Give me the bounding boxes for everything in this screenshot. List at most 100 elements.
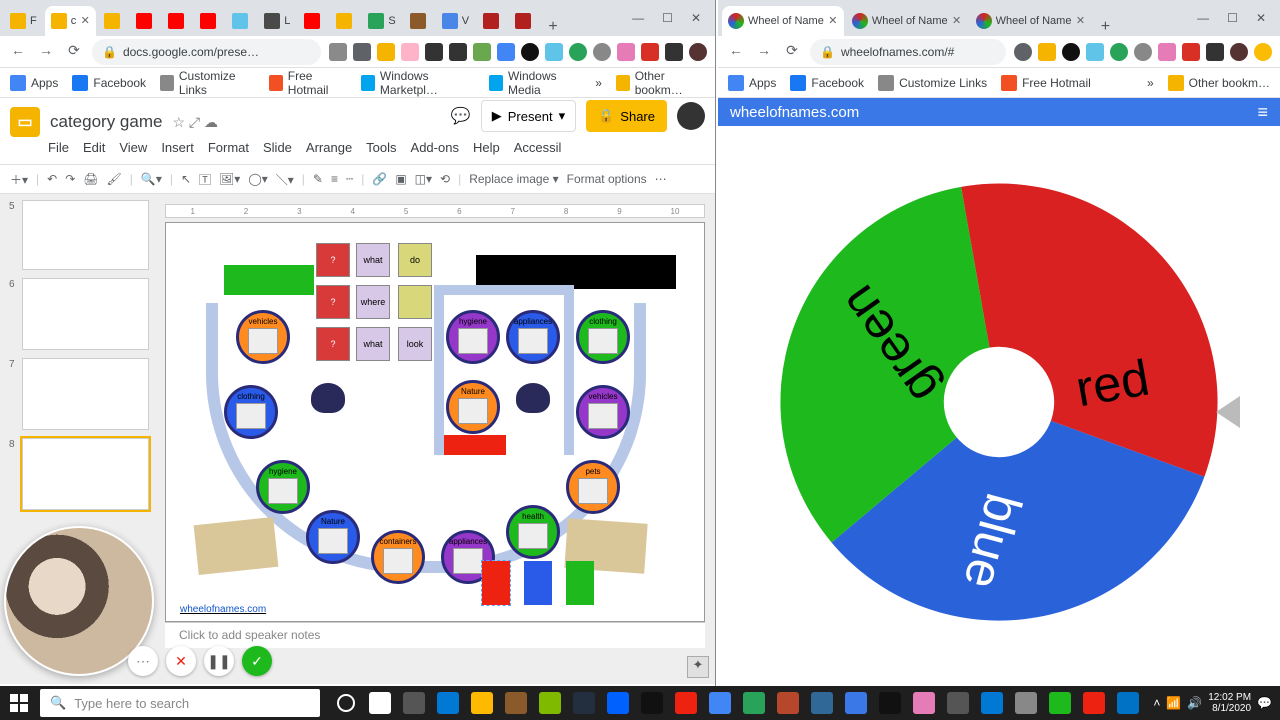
browser-tab[interactable]	[194, 6, 224, 36]
ext-icon[interactable]	[1158, 43, 1176, 61]
board-spot[interactable]: Nature	[306, 510, 360, 564]
close-tab-icon[interactable]: ✕	[1075, 16, 1085, 26]
close-tab-icon[interactable]: ✕	[952, 16, 962, 26]
present-button[interactable]: ▶ Present ▾	[481, 100, 576, 132]
menu-item[interactable]: View	[119, 140, 147, 164]
taskbar-app[interactable]	[398, 687, 430, 719]
spinner-wheel[interactable]: red blue green	[769, 172, 1229, 632]
menu-item[interactable]: File	[48, 140, 69, 164]
border-dash-icon[interactable]: ┄	[346, 172, 353, 186]
browser-tab[interactable]: c✕	[45, 6, 97, 36]
wheel-link[interactable]: wheelofnames.com	[180, 604, 266, 615]
blue-pawn[interactable]	[524, 561, 552, 605]
slides-logo-icon[interactable]: ▭	[10, 107, 40, 137]
taskbar-app[interactable]	[840, 687, 872, 719]
slide-thumb[interactable]: 5	[22, 200, 149, 270]
board-spot[interactable]: vehicles	[236, 310, 290, 364]
red-pawn[interactable]	[482, 561, 510, 605]
question-card[interactable]: do	[398, 243, 432, 277]
taskbar-app[interactable]	[772, 687, 804, 719]
board-spot[interactable]: appliances	[506, 310, 560, 364]
menu-item[interactable]: Arrange	[306, 140, 352, 164]
taskbar-app[interactable]	[466, 687, 498, 719]
back-icon[interactable]: ←	[726, 42, 746, 62]
browser-tab[interactable]	[509, 6, 539, 36]
comment-icon[interactable]: 💬	[451, 106, 471, 126]
browser-tab[interactable]: Wheel of Name✕	[846, 6, 968, 36]
green-pawn[interactable]	[566, 561, 594, 605]
menu-item[interactable]: Edit	[83, 140, 105, 164]
board-spot[interactable]: clothing	[576, 310, 630, 364]
taskbar-app[interactable]	[1044, 687, 1076, 719]
taskbar-app[interactable]	[636, 687, 668, 719]
taskbar-app[interactable]	[976, 687, 1008, 719]
taskbar-app[interactable]	[1078, 687, 1110, 719]
board-spot[interactable]: Nature	[446, 380, 500, 434]
volume-icon[interactable]: 🔊	[1187, 696, 1202, 710]
ext-icon[interactable]	[641, 43, 659, 61]
browser-tab[interactable]: F	[4, 6, 43, 36]
browser-tab[interactable]	[98, 6, 128, 36]
browser-tab[interactable]	[404, 6, 434, 36]
bookmarks-overflow[interactable]: »	[595, 76, 602, 90]
chevron-up-icon[interactable]: ˄	[1153, 696, 1160, 710]
menu-item[interactable]: Format	[208, 140, 249, 164]
menu-item[interactable]: Add-ons	[411, 140, 459, 164]
ext-icon[interactable]	[1014, 43, 1032, 61]
undo-icon[interactable]: ↶	[47, 172, 57, 186]
board-spot[interactable]: hygiene	[446, 310, 500, 364]
browser-tab[interactable]: V	[436, 6, 475, 36]
bookmark-item[interactable]: Free Hotmail	[269, 69, 347, 97]
monster-piece[interactable]	[516, 383, 550, 413]
start-button[interactable]	[0, 686, 38, 720]
taskbar-app[interactable]	[568, 687, 600, 719]
browser-tab[interactable]: L	[258, 6, 296, 36]
other-bookmarks[interactable]: Other bookm…	[616, 69, 705, 97]
maximize-icon[interactable]: ☐	[662, 11, 673, 25]
bookmark-item[interactable]: Apps	[728, 75, 776, 91]
textbox-icon[interactable]: 🅃	[199, 171, 211, 188]
close-icon[interactable]: ✕	[691, 11, 701, 25]
explore-button[interactable]: ✦	[687, 656, 709, 678]
wheel-canvas[interactable]: red blue green	[718, 126, 1280, 678]
ext-icon[interactable]	[1254, 43, 1272, 61]
menu-item[interactable]: Help	[473, 140, 500, 164]
question-card[interactable]: what	[356, 243, 390, 277]
taskbar-app[interactable]	[432, 687, 464, 719]
ext-icon[interactable]	[1062, 43, 1080, 61]
ext-icon[interactable]	[473, 43, 491, 61]
reload-icon[interactable]: ⟳	[64, 42, 84, 62]
browser-tab[interactable]: S	[362, 6, 401, 36]
bookmarks-overflow[interactable]: »	[1147, 76, 1154, 90]
profile-avatar[interactable]	[1230, 43, 1248, 61]
ext-icon[interactable]	[521, 43, 539, 61]
maximize-icon[interactable]: ☐	[1227, 11, 1238, 25]
ext-icon[interactable]	[1110, 43, 1128, 61]
new-tab-button[interactable]: +	[1093, 18, 1117, 36]
pause-recording-button[interactable]: ❚❚	[204, 646, 234, 676]
reload-icon[interactable]: ⟳	[782, 42, 802, 62]
hamburger-icon[interactable]: ≡	[1257, 102, 1268, 123]
star-icon[interactable]	[1038, 43, 1056, 61]
redo-icon[interactable]: ↷	[65, 172, 75, 186]
finish-recording-button[interactable]: ✓	[242, 646, 272, 676]
slide-thumb[interactable]: 7	[22, 358, 149, 430]
slide-canvas[interactable]: ?whatdo?where?whatlook vehiclesclothingh…	[165, 222, 705, 622]
slide-thumb-selected[interactable]: 8	[22, 438, 149, 510]
image-icon[interactable]: 🖼▾	[219, 172, 240, 186]
menu-item[interactable]: Slide	[263, 140, 292, 164]
format-options-button[interactable]: Format options	[567, 172, 647, 186]
cortana-icon[interactable]	[330, 687, 362, 719]
bookmark-item[interactable]: Free Hotmail	[1001, 75, 1091, 91]
account-avatar[interactable]	[677, 102, 705, 130]
taskbar-app[interactable]	[500, 687, 532, 719]
puzzle-icon[interactable]	[1206, 43, 1224, 61]
new-tab-button[interactable]: +	[541, 18, 565, 36]
reset-image-icon[interactable]: ⟲	[440, 172, 450, 186]
taskbar-app[interactable]	[908, 687, 940, 719]
border-weight-icon[interactable]: ≡	[331, 172, 338, 186]
slide-thumb[interactable]: 6	[22, 278, 149, 350]
monster-piece[interactable]	[311, 383, 345, 413]
ext-icon[interactable]	[1086, 43, 1104, 61]
address-bar[interactable]: 🔒 docs.google.com/prese…	[92, 39, 321, 65]
